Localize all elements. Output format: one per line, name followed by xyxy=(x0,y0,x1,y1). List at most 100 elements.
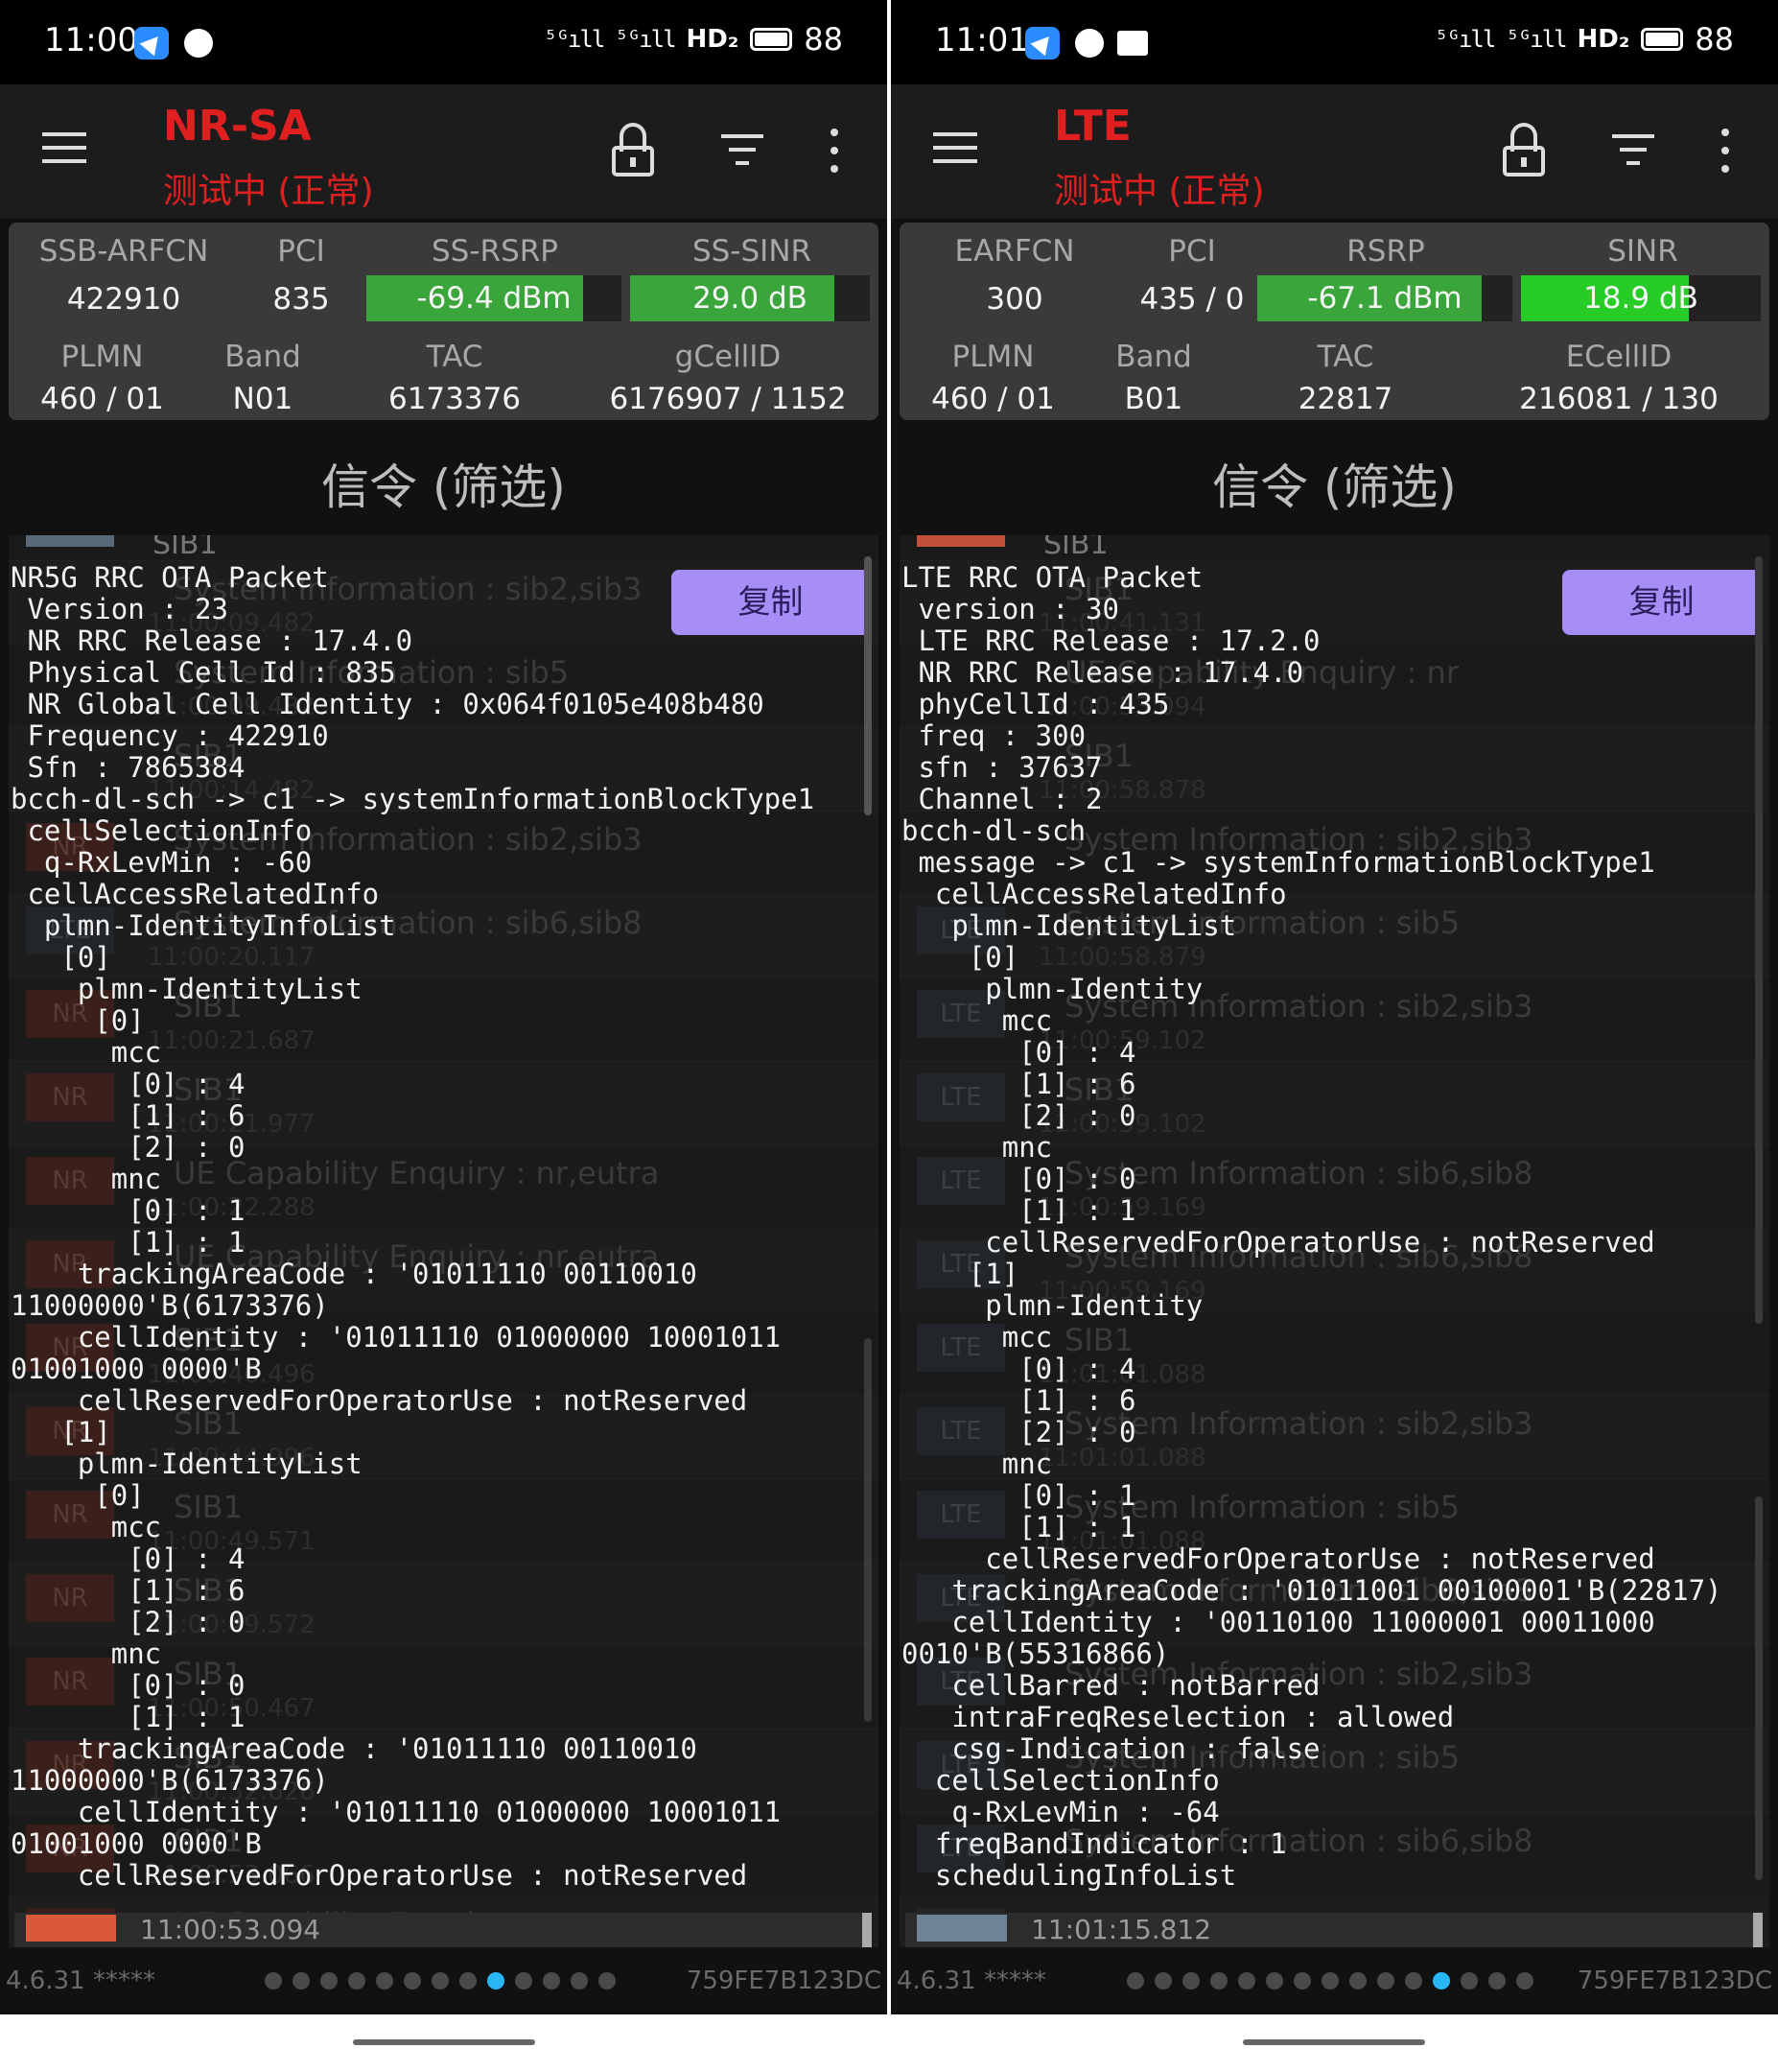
status-time: 11:01 xyxy=(935,21,1029,59)
signaling-section-title: 信令 (筛选) xyxy=(1212,459,1457,515)
page-dot[interactable] xyxy=(320,1972,338,1990)
more-options-icon[interactable] xyxy=(830,129,839,173)
network-mode-title: NR-SA xyxy=(163,102,312,151)
hd-voice-icon: HD₂ xyxy=(686,25,739,54)
pci-label: PCI xyxy=(277,234,325,269)
page-indicator[interactable] xyxy=(1127,1972,1533,1990)
top-row-badge xyxy=(917,535,1005,547)
filter-icon[interactable] xyxy=(1612,134,1654,167)
notification-dot-icon xyxy=(1075,29,1104,58)
arfcn-label: SSB-ARFCN xyxy=(38,234,209,269)
cellid-value: 216081 / 130 xyxy=(1519,382,1719,416)
page-dot[interactable] xyxy=(1210,1972,1228,1990)
battery-icon xyxy=(1641,28,1684,51)
current-message-bar[interactable]: 11:01:15.812 xyxy=(905,1913,1763,1947)
copy-button[interactable]: 复制 xyxy=(671,570,870,635)
page-dot[interactable] xyxy=(571,1972,588,1990)
page-indicator[interactable] xyxy=(265,1972,616,1990)
arfcn-value: 422910 xyxy=(66,282,181,317)
signal-5g-icon: ⁵ᴳıll xyxy=(544,26,605,53)
page-dot[interactable] xyxy=(1266,1972,1283,1990)
pci-label: PCI xyxy=(1168,234,1216,269)
page-dot[interactable] xyxy=(1127,1972,1144,1990)
page-dot[interactable] xyxy=(1516,1972,1533,1990)
page-dot[interactable] xyxy=(1405,1972,1422,1990)
tac-value: 22817 xyxy=(1298,382,1393,416)
list-scrollbar[interactable] xyxy=(864,1338,872,1722)
sinr-bar: 18.9 dB xyxy=(1521,275,1761,321)
page-dot[interactable] xyxy=(1488,1972,1506,1990)
sinr-bar: 29.0 dB xyxy=(630,275,870,321)
left-phone-screen: 11:00 ⁵ᴳıll ⁵ᴳıll HD₂ 88 NR-SA 测试中 (正常) … xyxy=(0,0,887,2014)
sinr-value: 29.0 dB xyxy=(692,281,807,316)
home-indicator[interactable] xyxy=(1243,2039,1425,2045)
plmn-label: PLMN xyxy=(60,340,144,374)
current-message-bar[interactable]: 11:00:53.094 xyxy=(14,1913,872,1947)
battery-icon xyxy=(750,28,793,51)
page-dot[interactable] xyxy=(1294,1972,1311,1990)
pci-value: 835 xyxy=(272,282,330,317)
app-footer: 4.6.31 ***** 759FE7B123DC xyxy=(0,1961,887,2007)
app-version: 4.6.31 ***** xyxy=(897,1966,1046,1995)
notification-dot-icon xyxy=(184,29,213,58)
page-dot[interactable] xyxy=(543,1972,560,1990)
page-dot[interactable] xyxy=(1461,1972,1478,1990)
list-scrollbar[interactable] xyxy=(1755,1496,1763,1880)
rsrp-label: SS-RSRP xyxy=(432,234,558,269)
status-bar: 11:01 ⁵ᴳıll ⁵ᴳıll HD₂ 88 xyxy=(891,0,1778,84)
plmn-label: PLMN xyxy=(951,340,1035,374)
more-options-icon[interactable] xyxy=(1720,129,1730,173)
cellid-value: 6176907 / 1152 xyxy=(609,382,847,416)
page-dot[interactable] xyxy=(292,1972,310,1990)
message-detail-text: LTE RRC OTA Packet version : 30 LTE RRC … xyxy=(901,561,1722,1892)
current-message-time: 11:00:53.094 xyxy=(140,1914,321,1945)
signal-5g-icon: ⁵ᴳıll xyxy=(1435,26,1496,53)
status-bar: 11:00 ⁵ᴳıll ⁵ᴳıll HD₂ 88 xyxy=(0,0,887,84)
page-dot[interactable] xyxy=(1349,1972,1367,1990)
cellid-label: ECellID xyxy=(1565,340,1673,374)
page-dot[interactable] xyxy=(265,1972,282,1990)
band-value: B01 xyxy=(1124,382,1183,416)
rsrp-bar: -67.1 dBm xyxy=(1257,275,1512,321)
page-dot[interactable] xyxy=(1433,1972,1450,1990)
hamburger-menu-icon[interactable] xyxy=(42,132,86,165)
rsrp-bar: -69.4 dBm xyxy=(366,275,621,321)
home-indicator[interactable] xyxy=(353,2039,535,2045)
detail-scrollbar[interactable] xyxy=(1755,556,1763,1324)
page-dot[interactable] xyxy=(515,1972,532,1990)
lock-icon[interactable] xyxy=(612,123,654,177)
pci-value: 435 / 0 xyxy=(1139,282,1245,317)
page-dot[interactable] xyxy=(376,1972,393,1990)
filter-icon[interactable] xyxy=(721,134,763,167)
page-dot[interactable] xyxy=(1182,1972,1200,1990)
page-dot[interactable] xyxy=(1377,1972,1394,1990)
page-dot[interactable] xyxy=(348,1972,365,1990)
page-dot[interactable] xyxy=(1238,1972,1255,1990)
current-message-time: 11:01:15.812 xyxy=(1031,1914,1212,1945)
cellid-label: gCellID xyxy=(674,340,782,374)
scroll-thumb[interactable] xyxy=(1753,1913,1763,1947)
page-dot[interactable] xyxy=(432,1972,449,1990)
test-status: 测试中 (正常) xyxy=(1054,172,1265,211)
location-icon xyxy=(134,27,169,59)
lock-icon[interactable] xyxy=(1503,123,1545,177)
scroll-thumb[interactable] xyxy=(862,1913,872,1947)
test-status: 测试中 (正常) xyxy=(163,172,374,211)
page-dot[interactable] xyxy=(598,1972,616,1990)
hamburger-menu-icon[interactable] xyxy=(933,132,977,165)
copy-button[interactable]: 复制 xyxy=(1562,570,1761,635)
tac-value: 6173376 xyxy=(387,382,522,416)
status-indicators: ⁵ᴳıll ⁵ᴳıll HD₂ 88 xyxy=(1435,21,1734,58)
page-dot[interactable] xyxy=(404,1972,421,1990)
detail-scrollbar[interactable] xyxy=(864,556,872,815)
page-dot[interactable] xyxy=(487,1972,504,1990)
app-footer: 4.6.31 ***** 759FE7B123DC xyxy=(891,1961,1778,2007)
sinr-value: 18.9 dB xyxy=(1583,281,1698,316)
band-label: Band xyxy=(224,340,301,374)
page-dot[interactable] xyxy=(1322,1972,1339,1990)
battery-level: 88 xyxy=(804,21,843,58)
page-dot[interactable] xyxy=(1155,1972,1172,1990)
cell-info-panel: EARFCN PCI RSRP SINR 300 435 / 0 -67.1 d… xyxy=(900,223,1769,420)
page-dot[interactable] xyxy=(459,1972,477,1990)
rsrp-value: -67.1 dBm xyxy=(1307,281,1462,316)
